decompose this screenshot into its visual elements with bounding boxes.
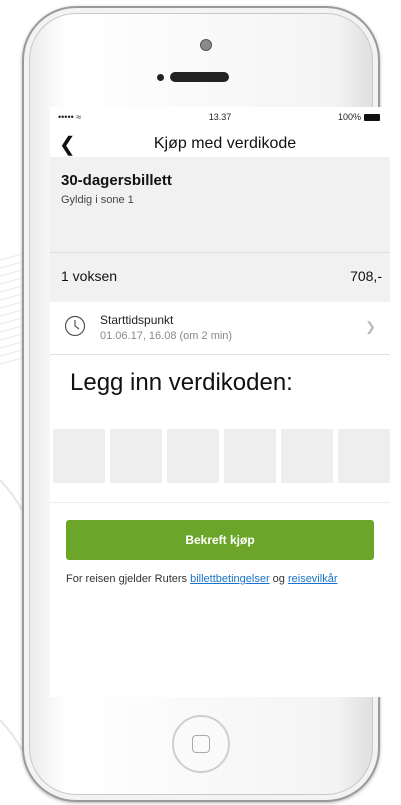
code-digit-4[interactable] (224, 429, 276, 483)
background-decoration (0, 253, 22, 751)
confirm-purchase-button[interactable]: Bekreft kjøp (66, 520, 374, 560)
divider (50, 502, 390, 503)
battery-icon (364, 114, 380, 121)
travel-terms-link[interactable]: reisevilkår (288, 573, 338, 585)
ticket-title: 30-dagersbillett (61, 172, 172, 189)
code-prompt: Legg inn verdikoden: (70, 369, 293, 396)
ticket-zone: Gyldig i sone 1 (61, 194, 134, 206)
terms-text-before: For reisen gjelder Ruters (66, 573, 191, 585)
camera-icon (200, 39, 212, 51)
passenger-label: 1 voksen (61, 268, 118, 284)
chevron-right-icon: ❯ (365, 319, 376, 334)
price-value: 708,- (350, 268, 382, 284)
proximity-sensor (157, 74, 164, 81)
price-row: 1 voksen 708,- (50, 252, 390, 302)
status-bar: ••••• ≈ 13.37 100% (50, 107, 390, 127)
start-time-value: 01.06.17, 16.08 (om 2 min) (100, 330, 233, 342)
code-digit-3[interactable] (167, 429, 219, 483)
terms-text: For reisen gjelder Ruters billettbetinge… (66, 572, 381, 586)
speaker-grille (170, 72, 229, 82)
clock-icon (64, 315, 86, 337)
code-digit-1[interactable] (53, 429, 105, 483)
code-digit-5[interactable] (281, 429, 333, 483)
start-time-row[interactable]: Starttidspunkt 01.06.17, 16.08 (om 2 min… (50, 305, 390, 355)
battery-percent: 100% (337, 112, 361, 122)
home-square-icon (192, 735, 210, 753)
app-screen: ••••• ≈ 13.37 100% ❮ Kjøp med verdikode … (50, 107, 390, 697)
ticket-panel: 30-dagersbillett Gyldig i sone 1 (50, 157, 390, 252)
home-button[interactable] (172, 715, 230, 773)
nav-bar: ❮ Kjøp med verdikode (50, 127, 390, 157)
battery-indicator: 100% (338, 112, 380, 122)
ticket-terms-link[interactable]: billettbetingelser (190, 573, 270, 585)
code-digit-6[interactable] (338, 429, 390, 483)
terms-text-between: og (269, 573, 288, 585)
code-digit-2[interactable] (110, 429, 162, 483)
code-input-group (53, 429, 390, 483)
start-time-label: Starttidspunkt (100, 313, 174, 327)
page-title: Kjøp med verdikode (153, 135, 297, 152)
